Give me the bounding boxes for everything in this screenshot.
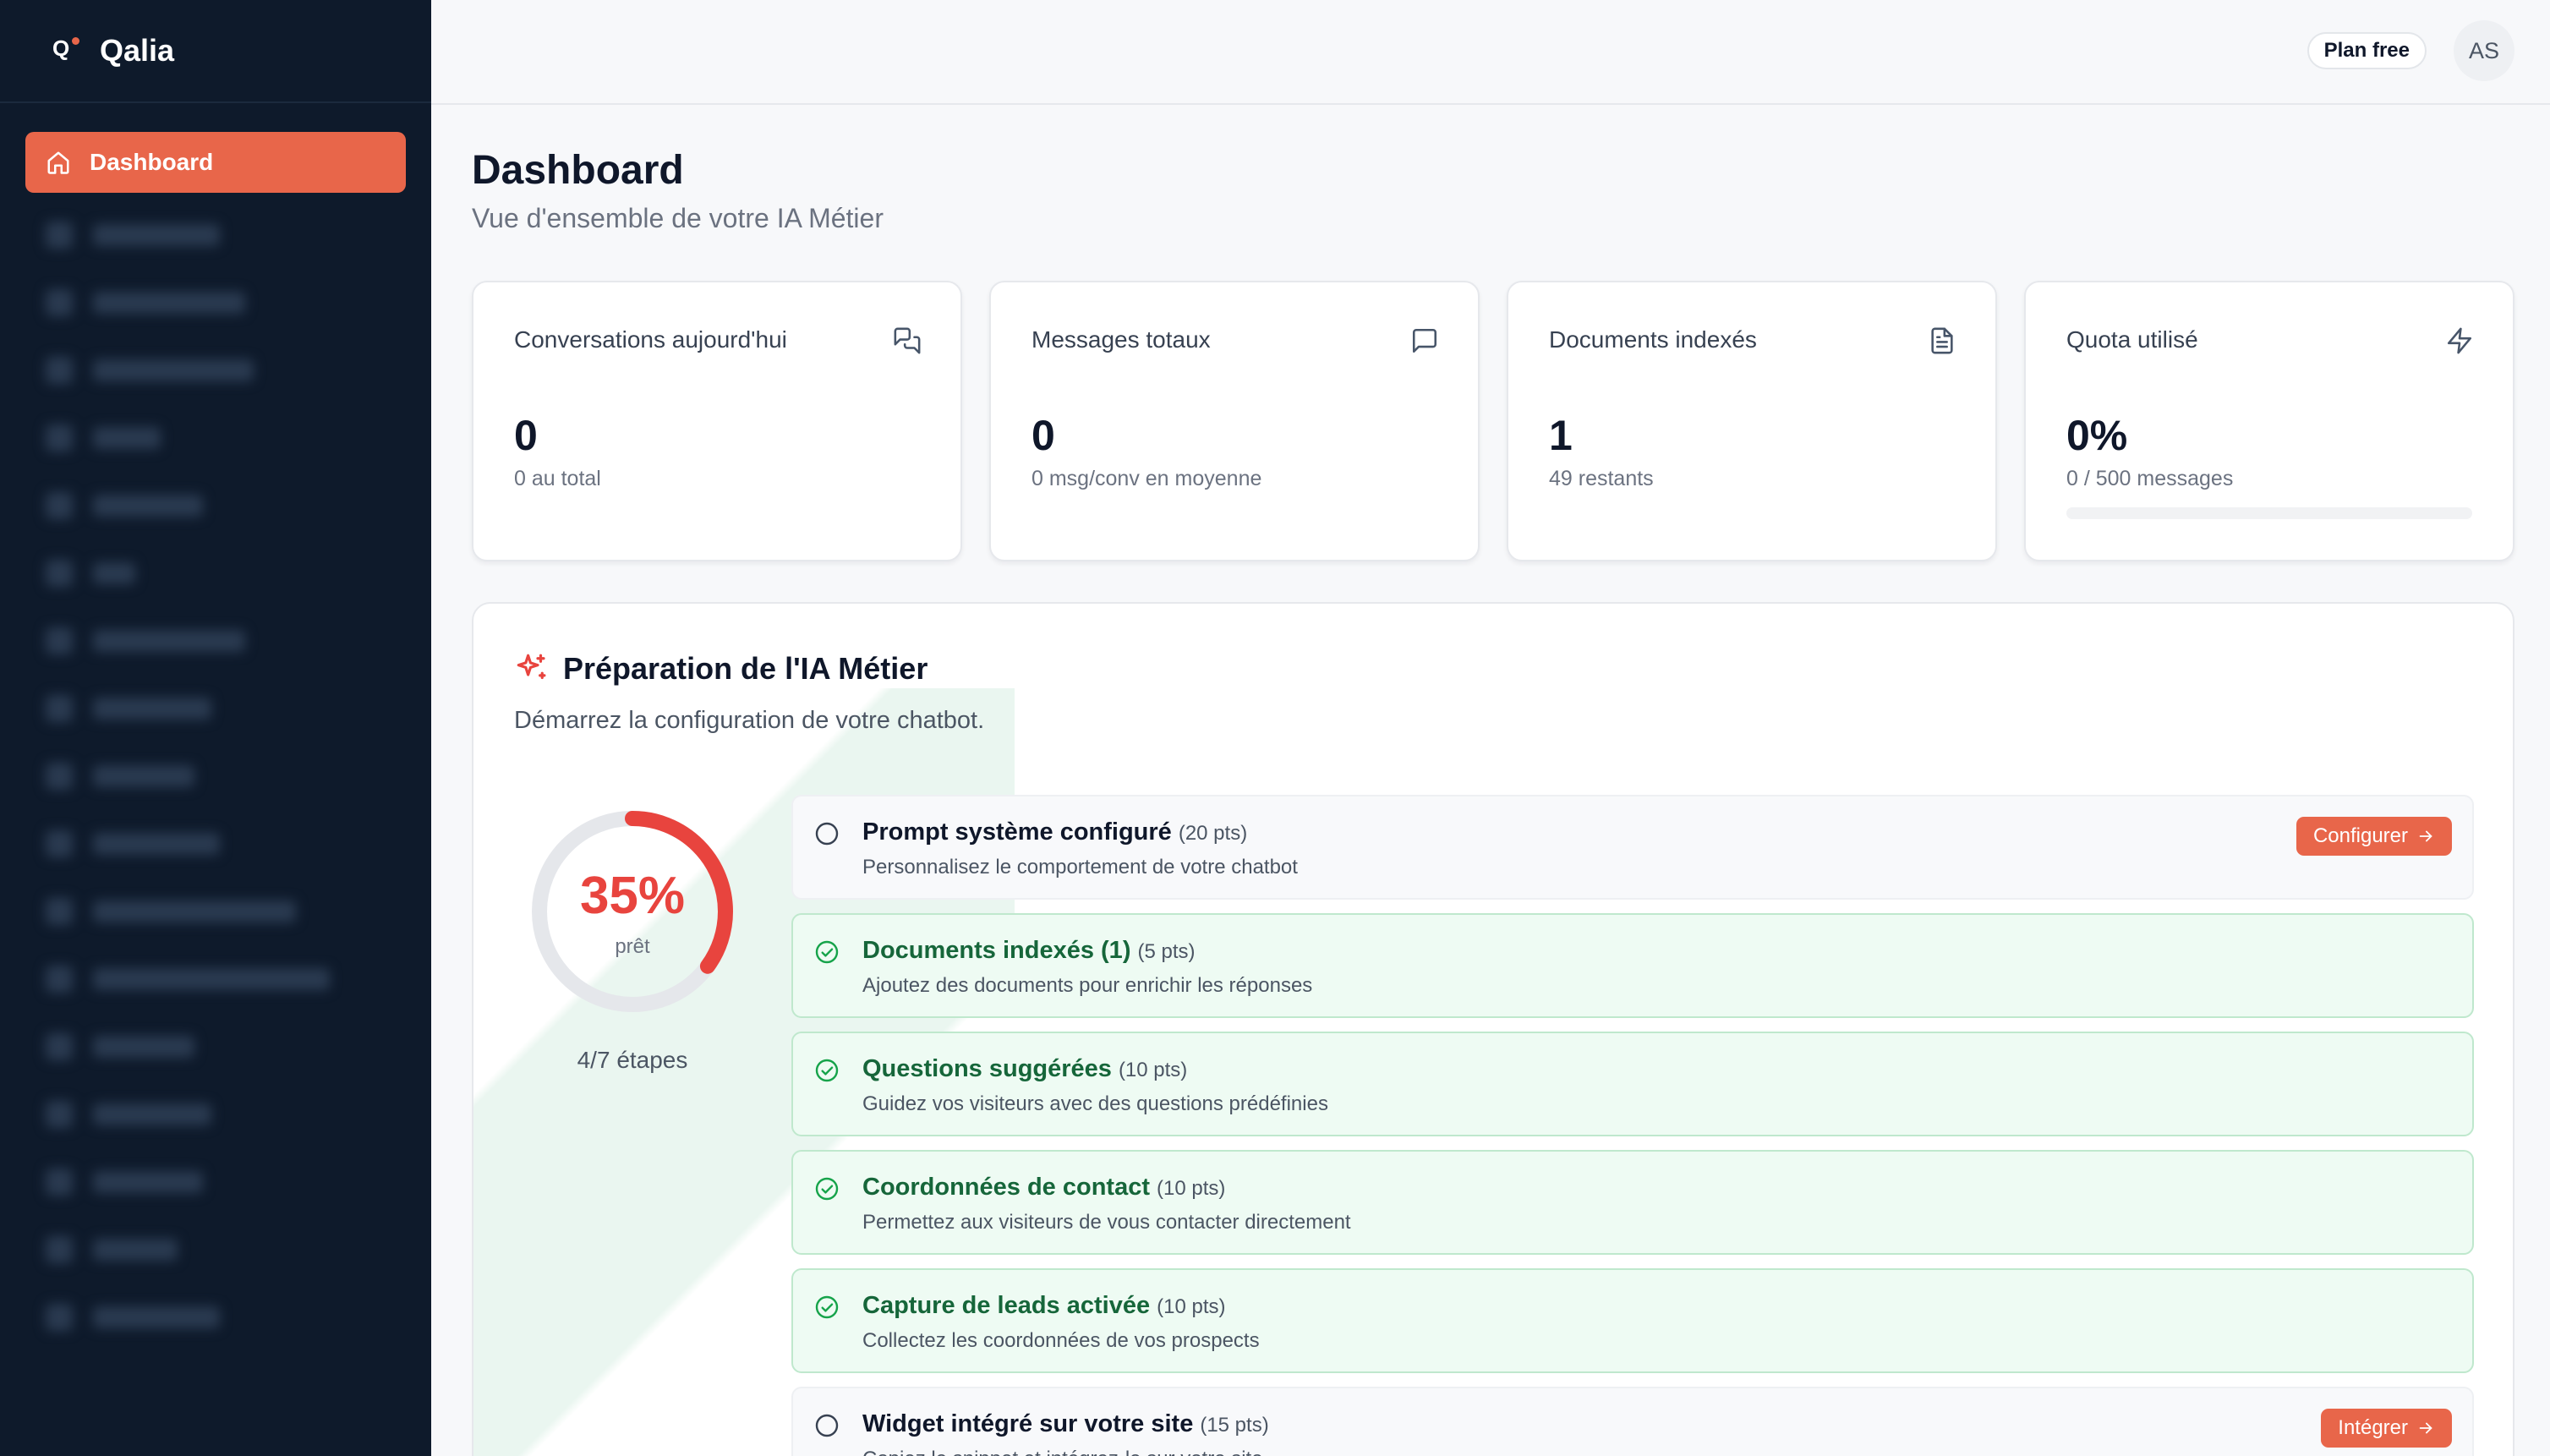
message-square-icon <box>1412 328 1437 353</box>
sidebar-item-label: Dashboard <box>90 149 214 175</box>
stat-title: Conversations aujourd'hui <box>514 326 787 353</box>
brand-logo-letter: Q <box>52 36 70 61</box>
stat-subtext: 0 msg/conv en moyenne <box>1031 467 1262 490</box>
steps-count: 4/7 étapes <box>577 1047 688 1073</box>
avatar[interactable]: AS <box>2454 20 2514 81</box>
preparation-description: Démarrez la configuration de votre chatb… <box>514 707 985 734</box>
stat-title: Quota utilisé <box>2066 326 2198 353</box>
check-circle-icon <box>815 940 839 964</box>
stat-title: Documents indexés <box>1549 326 1757 353</box>
lightning-icon <box>2447 327 2472 354</box>
integrate-button-label: Intégrer <box>2338 1416 2408 1439</box>
task-row-prompt[interactable]: Prompt système configuré (20 pts) Personn… <box>791 795 2474 900</box>
document-icon <box>1931 327 1953 354</box>
app-root: Q Qalia Dashboard Plan free AS Dashboard… <box>0 0 2550 1456</box>
home-icon <box>47 151 69 174</box>
sidebar-item-blurred[interactable] <box>25 337 406 404</box>
preparation-title: Préparation de l'IA Métier <box>563 651 928 686</box>
stat-subtext: 49 restants <box>1549 467 1654 490</box>
sidebar-item-blurred[interactable] <box>25 607 406 675</box>
sidebar-item-blurred[interactable] <box>25 201 406 269</box>
sidebar-item-blurred[interactable] <box>25 810 406 878</box>
stat-value: 1 <box>1549 412 1573 459</box>
sidebar-item-blurred[interactable] <box>25 742 406 810</box>
top-header: Plan free AS <box>431 0 2550 105</box>
check-circle-icon <box>815 1177 839 1201</box>
page-subtitle: Vue d'ensemble de votre IA Métier <box>472 203 884 233</box>
stat-card-messages: Messages totaux 0 0 msg/conv en moyenne <box>989 281 1480 561</box>
sidebar-nav: Dashboard <box>0 103 431 1351</box>
task-description: Ajoutez des documents pour enrichir les … <box>862 974 1313 997</box>
arrow-right-icon <box>2419 1422 2432 1434</box>
stat-card-conversations: Conversations aujourd'hui 0 0 au total <box>472 281 962 561</box>
task-description: Permettez aux visiteurs de vous contacte… <box>862 1211 1351 1234</box>
quota-progress-bar <box>2066 507 2472 519</box>
stat-subtext: 0 / 500 messages <box>2066 467 2234 490</box>
sidebar-item-blurred[interactable] <box>25 945 406 1013</box>
task-row-leads[interactable]: Capture de leads activée (10 pts) Collect… <box>791 1268 2474 1373</box>
sidebar-item-blurred[interactable] <box>25 1081 406 1148</box>
sidebar-item-dashboard[interactable]: Dashboard <box>25 132 406 193</box>
stat-card-documents: Documents indexés 1 49 restants <box>1507 281 1997 561</box>
progress-ready-label: prêt <box>615 935 650 958</box>
task-title: Capture de leads activée (10 pts) <box>862 1292 1226 1319</box>
integrate-button[interactable]: Intégrer <box>2321 1409 2452 1448</box>
sidebar-item-blurred[interactable] <box>25 1216 406 1284</box>
sidebar-item-blurred[interactable] <box>25 878 406 945</box>
sidebar-item-blurred[interactable] <box>25 1284 406 1351</box>
sidebar-item-blurred[interactable] <box>25 404 406 472</box>
sidebar: Q Qalia Dashboard <box>0 0 431 1456</box>
stat-card-quota: Quota utilisé 0% 0 / 500 messages <box>2024 281 2514 561</box>
task-row-widget[interactable]: Widget intégré sur votre site(15 pts) Co… <box>791 1387 2474 1456</box>
stat-value: 0 <box>514 412 538 459</box>
sidebar-item-blurred[interactable] <box>25 675 406 742</box>
brand[interactable]: Q Qalia <box>0 0 431 103</box>
task-row-contact[interactable]: Coordonnées de contact (10 pts) Permettez… <box>791 1150 2474 1255</box>
plan-badge[interactable]: Plan free <box>2306 32 2427 69</box>
task-description: Guidez vos visiteurs avec des questions … <box>862 1092 1328 1115</box>
empty-circle-icon <box>815 1414 839 1437</box>
task-row-questions[interactable]: Questions suggérées (10 pts) Guidez vos v… <box>791 1032 2474 1136</box>
brand-logo-dot <box>72 37 79 45</box>
progress-percent: 35% <box>579 867 686 925</box>
task-description: Collectez les coordonnées de vos prospec… <box>862 1329 1260 1352</box>
configure-button-label: Configurer <box>2312 824 2408 847</box>
chat-bubbles-icon <box>894 327 921 354</box>
task-title: Documents indexés (1) (5 pts) <box>862 937 1196 964</box>
page-title: Dashboard <box>472 148 684 193</box>
task-row-documents[interactable]: Documents indexés (1) (5 pts) Ajoutez des… <box>791 913 2474 1018</box>
task-title: Prompt système configuré (20 pts) <box>862 818 1248 846</box>
sidebar-item-blurred[interactable] <box>25 269 406 337</box>
stat-value: 0% <box>2066 412 2128 459</box>
task-description: Personnalisez le comportement de votre c… <box>862 856 1298 879</box>
check-circle-icon <box>815 1059 839 1082</box>
task-title: Coordonnées de contact (10 pts) <box>862 1174 1226 1201</box>
brand-logo-icon: Q <box>49 36 79 66</box>
task-title: Widget intégré sur votre site (15 pts) <box>862 1410 1269 1437</box>
stat-value: 0 <box>1031 412 1055 459</box>
preparation-card: Préparation de l'IA Métier Démarrez la c… <box>472 602 2514 1456</box>
brand-name: Qalia <box>100 33 175 68</box>
task-description: Copiez le snippet et intégrez-le sur vot… <box>862 1448 1263 1456</box>
task-title: Questions suggérées (10 pts) <box>862 1055 1188 1082</box>
sidebar-item-blurred[interactable] <box>25 1013 406 1081</box>
sidebar-item-blurred[interactable] <box>25 539 406 607</box>
arrow-right-icon <box>2419 830 2432 842</box>
sidebar-blurred-items <box>25 201 406 1351</box>
stat-subtext: 0 au total <box>514 467 601 490</box>
sidebar-item-blurred[interactable] <box>25 472 406 539</box>
sparkles-icon <box>517 654 546 680</box>
configure-button[interactable]: Configurer <box>2296 817 2452 856</box>
empty-circle-icon <box>815 822 839 846</box>
sidebar-item-blurred[interactable] <box>25 1148 406 1216</box>
stat-title: Messages totaux <box>1031 326 1211 353</box>
progress-ring: 35% prêt <box>531 810 734 1013</box>
check-circle-icon <box>815 1295 839 1319</box>
